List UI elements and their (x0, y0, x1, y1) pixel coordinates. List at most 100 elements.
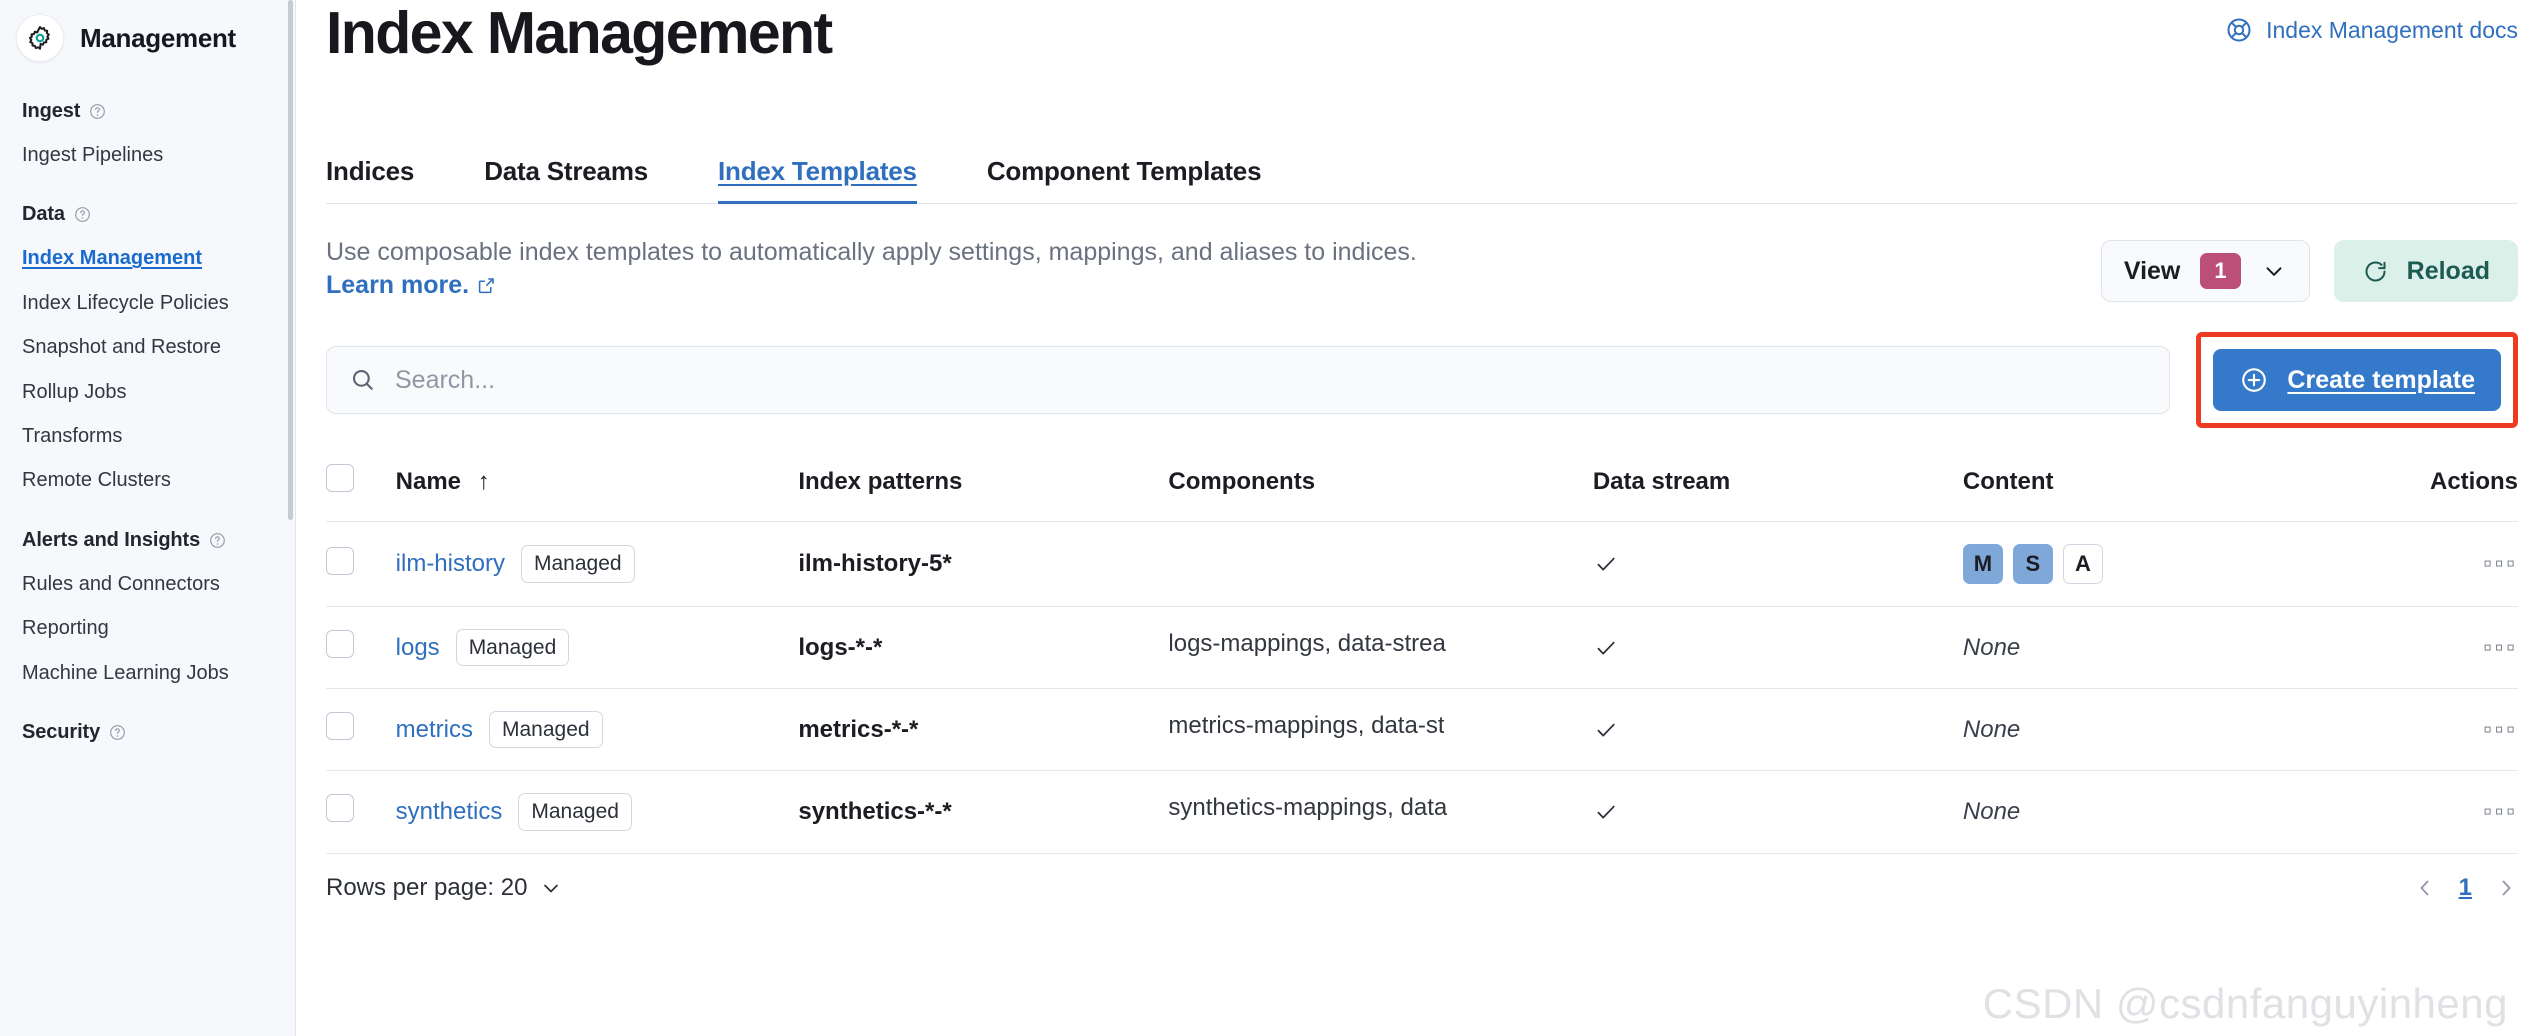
row-select-cell (326, 688, 396, 772)
tab-index-templates[interactable]: Index Templates (718, 156, 917, 204)
sidebar-item-ingest-pipelines[interactable]: Ingest Pipelines (0, 133, 295, 177)
table-row: logs Managed logs-*-* logs-mappings, dat… (326, 606, 2518, 690)
components-value: metrics-mappings, data-st (1168, 712, 1445, 740)
row-patterns-cell: metrics-*-* (798, 688, 1169, 772)
row-patterns-cell: logs-*-* (798, 606, 1169, 690)
table-footer: Rows per page: 20 1 (326, 854, 2518, 902)
row-checkbox[interactable] (326, 794, 354, 823)
question-circle-icon[interactable] (209, 532, 226, 549)
row-checkbox[interactable] (326, 546, 354, 575)
sidebar-item-rules-and-connectors[interactable]: Rules and Connectors (0, 562, 295, 606)
table-body: ilm-history Managed ilm-history-5* M S A… (326, 521, 2518, 854)
row-data-stream-cell (1592, 521, 1963, 607)
row-content-cell: None (1962, 688, 2344, 772)
sidebar-item-index-management[interactable]: Index Management (0, 236, 295, 280)
page-number-1[interactable]: 1 (2459, 874, 2472, 902)
tab-component-templates[interactable]: Component Templates (987, 156, 1262, 203)
app-root: Management Ingest Ingest Pipelines Data … (0, 0, 2548, 1036)
create-template-label: Create template (2287, 365, 2475, 394)
nav-group-title-data: Data (0, 203, 295, 236)
reload-button-label: Reload (2406, 256, 2490, 285)
reload-button[interactable]: Reload (2333, 240, 2518, 302)
sidebar-item-machine-learning-jobs[interactable]: Machine Learning Jobs (0, 651, 295, 695)
th-data-stream[interactable]: Data stream (1592, 454, 1963, 522)
sidebar-item-reporting[interactable]: Reporting (0, 606, 295, 650)
content-badge-mappings[interactable]: M (1962, 544, 2003, 584)
description-row: Use composable index templates to automa… (326, 236, 2518, 302)
tab-data-streams[interactable]: Data Streams (484, 156, 648, 203)
view-filter-button[interactable]: View 1 (2100, 240, 2310, 302)
row-checkbox[interactable] (326, 712, 354, 741)
th-components[interactable]: Components (1168, 454, 1593, 522)
row-components-cell: synthetics-mappings, data (1168, 770, 1593, 854)
table-header-row: Name ↑ Index patterns Components Data st… (326, 454, 2518, 522)
nav-group-label: Alerts and Insights (22, 528, 201, 551)
row-name-cell: logs Managed (395, 606, 799, 690)
row-checkbox[interactable] (326, 630, 354, 659)
ellipsis-icon[interactable]: ▫▫▫ (2483, 798, 2518, 825)
sidebar-item-remote-clusters[interactable]: Remote Clusters (0, 458, 295, 502)
index-pattern-value: ilm-history-5* (798, 550, 952, 577)
ellipsis-icon[interactable]: ▫▫▫ (2483, 550, 2518, 577)
nav-group-label: Data (22, 203, 65, 226)
row-patterns-cell: ilm-history-5* (798, 521, 1169, 607)
sidebar-nav: Ingest Ingest Pipelines Data Index Manag… (0, 62, 295, 754)
nav-group-ingest: Ingest Ingest Pipelines (0, 100, 295, 177)
chevron-left-icon[interactable] (2413, 876, 2437, 900)
view-count-badge: 1 (2200, 253, 2241, 289)
check-icon (1593, 799, 1963, 825)
template-name-link[interactable]: ilm-history (396, 550, 505, 578)
content-badge-aliases[interactable]: A (2062, 544, 2103, 584)
ellipsis-icon[interactable]: ▫▫▫ (2483, 716, 2518, 743)
content-badge-settings[interactable]: S (2012, 544, 2053, 584)
components-value: logs-mappings, data-strea (1168, 630, 1446, 658)
row-name-cell: metrics Managed (395, 688, 799, 772)
plus-circle-icon (2239, 365, 2269, 395)
th-name[interactable]: Name ↑ (395, 454, 799, 522)
index-management-docs-link[interactable]: Index Management docs (2225, 0, 2518, 44)
row-name-cell: ilm-history Managed (395, 521, 799, 607)
content-none-label: None (1962, 633, 2021, 661)
index-pattern-value: synthetics-*-* (798, 797, 952, 825)
chevron-down-icon (539, 876, 563, 900)
sidebar-item-transforms[interactable]: Transforms (0, 414, 295, 458)
index-templates-table: Name ↑ Index patterns Components Data st… (326, 454, 2518, 854)
th-select-all (326, 454, 396, 522)
sidebar-item-snapshot-and-restore[interactable]: Snapshot and Restore (0, 325, 295, 369)
managed-badge: Managed (455, 629, 570, 667)
sidebar-item-rollup-jobs[interactable]: Rollup Jobs (0, 370, 295, 414)
view-button-label: View (2123, 256, 2181, 285)
sidebar-scrollbar[interactable] (288, 0, 293, 520)
question-circle-icon[interactable] (109, 724, 126, 741)
select-all-checkbox[interactable] (326, 464, 354, 492)
th-content[interactable]: Content (1962, 454, 2344, 522)
row-actions-cell: ▫▫▫ (2343, 688, 2518, 772)
table-head: Name ↑ Index patterns Components Data st… (326, 454, 2518, 522)
arrow-up-icon: ↑ (477, 467, 490, 495)
template-name-link[interactable]: logs (396, 634, 440, 662)
nav-group-label: Security (22, 720, 101, 743)
rows-per-page-selector[interactable]: Rows per page: 20 (326, 874, 563, 902)
refresh-icon (2362, 258, 2389, 285)
create-template-button[interactable]: Create template (2213, 349, 2501, 411)
question-circle-icon[interactable] (74, 206, 91, 223)
row-content-cell: None (1962, 770, 2344, 854)
search-box[interactable] (326, 346, 2171, 414)
description-text-block: Use composable index templates to automa… (326, 236, 1417, 302)
row-select-cell (326, 521, 396, 607)
template-name-link[interactable]: metrics (396, 716, 473, 744)
managed-badge: Managed (489, 711, 603, 749)
sidebar-item-index-lifecycle-policies[interactable]: Index Lifecycle Policies (0, 281, 295, 325)
table-row: synthetics Managed synthetics-*-* synthe… (326, 770, 2518, 854)
question-circle-icon[interactable] (89, 103, 106, 120)
main-content: Index Management Index Management docs I… (296, 0, 2548, 1036)
ellipsis-icon[interactable]: ▫▫▫ (2483, 634, 2518, 661)
chevron-right-icon[interactable] (2494, 876, 2518, 900)
template-name-link[interactable]: synthetics (396, 798, 503, 826)
th-index-patterns[interactable]: Index patterns (798, 454, 1169, 522)
search-input[interactable] (395, 365, 2148, 395)
table-row: ilm-history Managed ilm-history-5* M S A… (326, 521, 2518, 607)
learn-more-link[interactable]: Learn more. (326, 269, 496, 302)
tab-indices[interactable]: Indices (326, 156, 414, 203)
check-icon (1593, 551, 1963, 577)
